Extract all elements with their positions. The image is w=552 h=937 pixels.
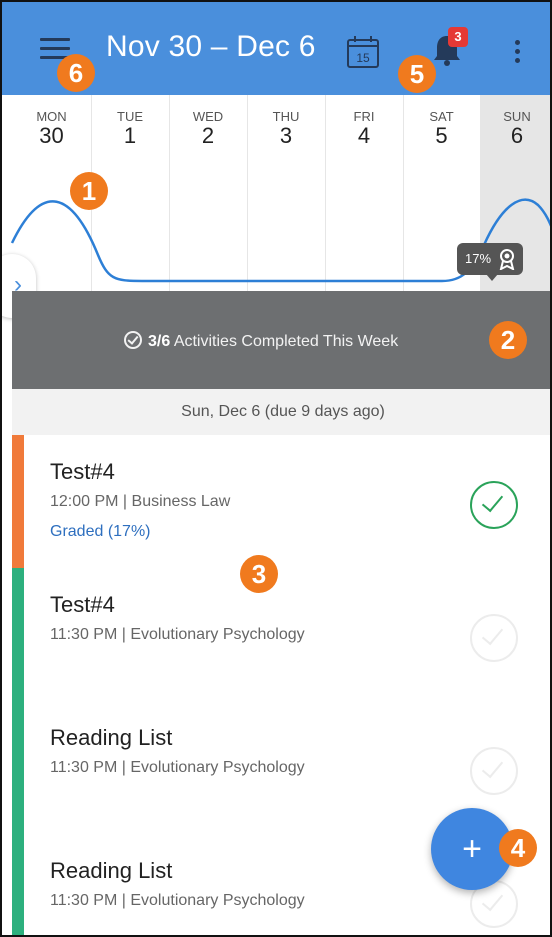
incomplete-check-icon[interactable] [470,614,518,662]
activity-title: Test#4 [50,592,115,617]
callout-marker: 4 [499,829,537,867]
course-color-stripe [12,701,24,834]
callout-marker: 5 [398,55,436,93]
activity-meta: 11:30 PM | Evolutionary Psychology [50,626,305,643]
activity-item[interactable]: Test#4 12:00 PM | Business Law Graded (1… [12,435,550,569]
date-section-header: Sun, Dec 6 (due 9 days ago) [12,389,550,435]
grade-pill-text: 17% [465,251,492,266]
activity-item[interactable]: Test#4 11:30 PM | Evolutionary Psycholog… [12,568,550,702]
activity-title: Reading List [50,725,173,750]
grade-pill: 17% [457,243,523,275]
callout-marker: 2 [489,321,527,359]
completed-check-icon[interactable] [470,481,518,529]
activity-meta: 12:00 PM | Business Law [50,493,231,510]
activity-meta: 11:30 PM | Evolutionary Psychology [50,892,305,909]
callout-marker: 6 [57,54,95,92]
calendar-icon[interactable]: 15 [345,34,381,70]
activity-title: Test#4 [50,459,115,484]
course-color-stripe [12,834,24,935]
callout-marker: 1 [70,172,108,210]
week-range-title[interactable]: Nov 30 – Dec 6 [106,30,316,64]
course-color-stripe [12,435,24,568]
weekly-summary-bar: 3/6 Activities Completed This Week [12,291,550,389]
activity-title: Reading List [50,858,173,883]
phone-screen: Nov 30 – Dec 6 15 3 MON 30 TUE 1 WED 2 T… [0,0,552,937]
activity-grade: Graded (17%) [50,523,151,540]
notification-count-badge: 3 [448,27,468,47]
award-ribbon-icon [499,249,515,270]
overflow-menu-icon[interactable] [510,40,524,66]
callout-marker: 3 [240,555,278,593]
course-color-stripe [12,568,24,701]
check-circle-icon [124,331,142,349]
completed-count: 3/6 [148,333,171,350]
calendar-day-number: 15 [356,51,370,65]
incomplete-check-icon[interactable] [470,747,518,795]
weekly-summary-text: 3/6 Activities Completed This Week [124,331,398,351]
summary-label: Activities Completed This Week [170,333,399,350]
grade-pill-pointer [486,274,498,281]
activity-meta: 11:30 PM | Evolutionary Psychology [50,759,305,776]
